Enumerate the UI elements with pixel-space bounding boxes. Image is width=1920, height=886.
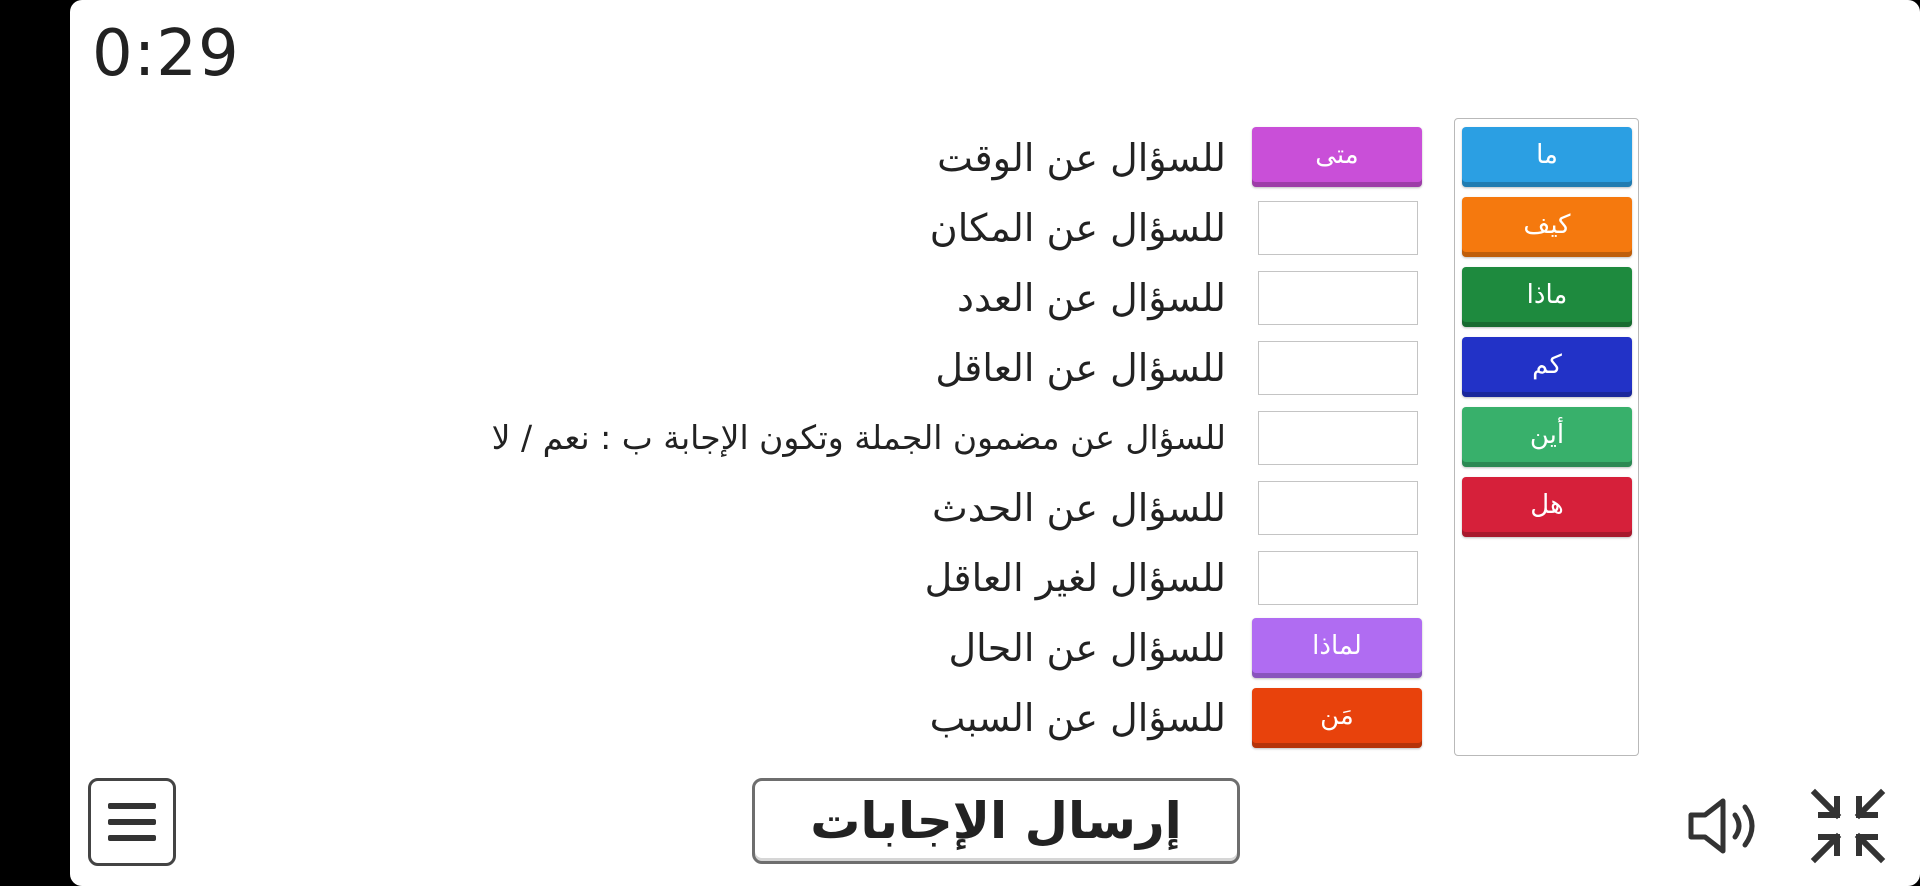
- exit-fullscreen-icon: [1810, 788, 1886, 864]
- answer-slot-2[interactable]: [1258, 201, 1418, 255]
- clue-1: للسؤال عن الوقت: [937, 136, 1226, 180]
- answer-slot-5[interactable]: [1258, 411, 1418, 465]
- answer-slot-7[interactable]: [1258, 551, 1418, 605]
- placed-chip-mata[interactable]: متى: [1252, 127, 1422, 187]
- clue-4: للسؤال عن العاقل: [935, 346, 1226, 390]
- placed-chip-man[interactable]: مَن: [1252, 688, 1422, 748]
- word-chip-kam[interactable]: كم: [1462, 337, 1632, 397]
- speaker-icon: [1688, 798, 1755, 854]
- placed-chip-limatha[interactable]: لماذا: [1252, 618, 1422, 678]
- word-chip-kayfa[interactable]: كيف: [1462, 197, 1632, 257]
- word-chip-ma[interactable]: ما: [1462, 127, 1632, 187]
- menu-button[interactable]: [88, 778, 176, 866]
- answer-slot-8[interactable]: لماذا: [1252, 618, 1422, 678]
- clue-5: للسؤال عن مضمون الجملة وتكون الإجابة ب :…: [491, 418, 1226, 457]
- answer-slot-9[interactable]: مَن: [1252, 688, 1422, 748]
- hamburger-menu-icon: [108, 803, 156, 841]
- timer: 0:29: [92, 17, 240, 91]
- word-chip-mathaa[interactable]: ماذا: [1462, 267, 1632, 327]
- answer-slot-1[interactable]: متى: [1252, 127, 1422, 187]
- submit-answers-button[interactable]: إرسال الإجابات: [752, 778, 1240, 864]
- answer-slot-6[interactable]: [1258, 481, 1418, 535]
- clue-2: للسؤال عن المكان: [929, 206, 1226, 250]
- sound-button[interactable]: [1682, 790, 1770, 862]
- clue-8: للسؤال عن الحال: [948, 626, 1226, 670]
- clue-6: للسؤال عن الحدث: [932, 486, 1226, 530]
- word-bank: ما كيف ماذا كم أين هل: [1454, 118, 1639, 756]
- exit-fullscreen-button[interactable]: [1806, 784, 1890, 868]
- clue-3: للسؤال عن العدد: [957, 276, 1226, 320]
- answer-slot-4[interactable]: [1258, 341, 1418, 395]
- game-panel: 0:29 ما كيف ماذا كم أين هل متى للسؤال عن…: [70, 0, 1920, 886]
- word-chip-ayna[interactable]: أين: [1462, 407, 1632, 467]
- clue-9: للسؤال عن السبب: [929, 696, 1226, 740]
- word-chip-hal[interactable]: هل: [1462, 477, 1632, 537]
- clue-7: للسؤال لغير العاقل: [924, 556, 1226, 600]
- answer-slot-3[interactable]: [1258, 271, 1418, 325]
